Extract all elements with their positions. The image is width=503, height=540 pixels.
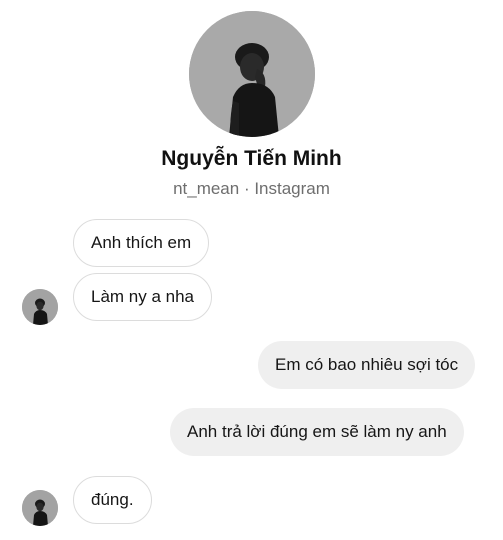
message-bubble-outgoing[interactable]: Anh trả lời đúng em sẽ làm ny anh <box>170 408 464 456</box>
message-bubble-incoming[interactable]: Làm ny a nha <box>73 273 213 321</box>
profile-username[interactable]: nt_mean · Instagram <box>0 179 503 199</box>
sender-avatar[interactable] <box>22 490 58 526</box>
profile-avatar[interactable] <box>189 11 315 137</box>
profile-name: Nguyễn Tiến Minh <box>161 147 342 170</box>
message-bubble-incoming[interactable]: đúng. <box>73 476 152 524</box>
person-silhouette-icon <box>22 490 58 526</box>
chat-screen: Nguyễn Tiến Minh nt_mean · Instagram Anh… <box>0 0 503 540</box>
message-bubble-outgoing[interactable]: Em có bao nhiêu sợi tóc <box>258 341 476 389</box>
sender-avatar[interactable] <box>22 289 58 325</box>
person-silhouette-icon <box>22 289 58 325</box>
person-silhouette-icon <box>189 11 315 137</box>
message-bubble-incoming[interactable]: Anh thích em <box>73 219 210 267</box>
